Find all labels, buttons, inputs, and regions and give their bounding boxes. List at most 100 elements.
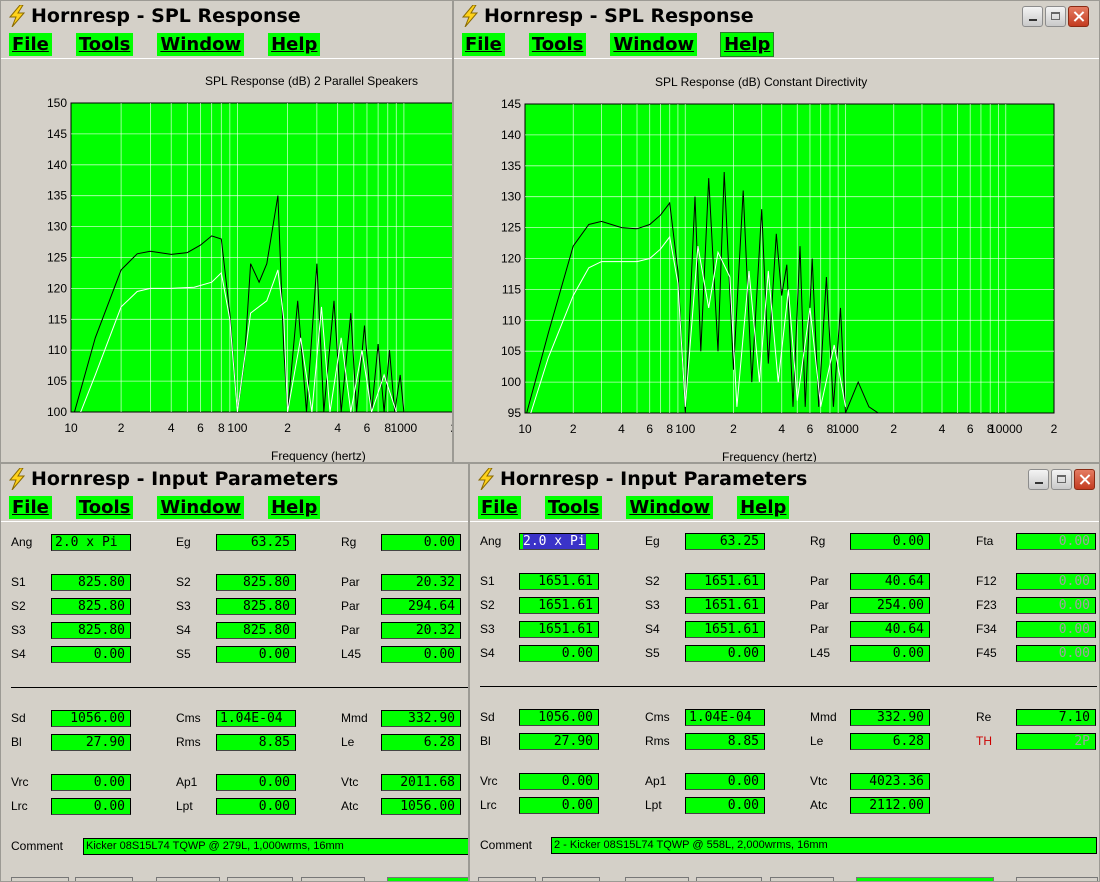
param-field-s2[interactable]: 825.80 (51, 598, 131, 615)
minimize-icon[interactable] (1028, 469, 1049, 490)
title-bar[interactable]: Hornresp - Input Parameters (1, 464, 468, 493)
param-field-par[interactable]: 40.64 (850, 621, 930, 638)
param-field-l45[interactable]: 0.00 (850, 645, 930, 662)
menu-tools[interactable]: Tools (544, 495, 603, 519)
param-value: 63.25 (719, 534, 759, 549)
menu-tools[interactable]: Tools (75, 495, 134, 519)
param-field-s5[interactable]: 0.00 (216, 646, 296, 663)
comment-field[interactable]: 2 - Kicker 08S15L74 TQWP @ 558L, 2,000wr… (551, 837, 1097, 854)
param-field-s4[interactable]: 0.00 (519, 645, 599, 662)
param-field-ap1[interactable]: 0.00 (216, 774, 296, 791)
param-field-s2[interactable]: 825.80 (216, 574, 296, 591)
param-field-atc[interactable]: 1056.00 (381, 798, 461, 815)
param-field-s4[interactable]: 1651.61 (685, 621, 765, 638)
x-tick-label: 6 (807, 422, 814, 436)
param-field-s1[interactable]: 825.80 (51, 574, 131, 591)
param-field-bl[interactable]: 27.90 (51, 734, 131, 751)
param-field-cms[interactable]: 1.04E-04 (216, 710, 296, 727)
param-field-mmd[interactable]: 332.90 (850, 709, 930, 726)
param-field-le[interactable]: 6.28 (850, 733, 930, 750)
param-field-vtc[interactable]: 4023.36 (850, 773, 930, 790)
bottom-button[interactable] (1016, 877, 1098, 881)
param-field-s4[interactable]: 825.80 (216, 622, 296, 639)
bottom-button[interactable] (625, 877, 689, 881)
param-field-th[interactable]: 2P (1016, 733, 1096, 750)
param-field-s5[interactable]: 0.00 (685, 645, 765, 662)
param-field-f12[interactable]: 0.00 (1016, 573, 1096, 590)
param-field-s2[interactable]: 1651.61 (685, 573, 765, 590)
comment-field[interactable]: Kicker 08S15L74 TQWP @ 279L, 1,000wrms, … (83, 838, 468, 855)
bottom-button[interactable] (696, 877, 762, 881)
param-label: S3 (480, 622, 495, 636)
param-field-bl[interactable]: 27.90 (519, 733, 599, 750)
param-label: S2 (645, 574, 660, 588)
param-field-s3[interactable]: 825.80 (216, 598, 296, 615)
param-field-lpt[interactable]: 0.00 (685, 797, 765, 814)
param-field-eg[interactable]: 63.25 (216, 534, 296, 551)
close-icon[interactable] (1074, 469, 1095, 490)
param-field-rg[interactable]: 0.00 (850, 533, 930, 550)
bottom-button[interactable] (156, 877, 220, 881)
param-field-f45[interactable]: 0.00 (1016, 645, 1096, 662)
param-field-sd[interactable]: 1056.00 (519, 709, 599, 726)
param-field-atc[interactable]: 2112.00 (850, 797, 930, 814)
bottom-button[interactable] (301, 877, 365, 881)
maximize-icon[interactable] (1051, 469, 1072, 490)
param-field-ang[interactable]: 2.0 x Pi (51, 534, 131, 551)
param-field-re[interactable]: 7.10 (1016, 709, 1096, 726)
bottom-button[interactable] (11, 877, 69, 881)
menu-help[interactable]: Help (268, 495, 321, 519)
param-label: S4 (176, 623, 191, 637)
param-field-lrc[interactable]: 0.00 (51, 798, 131, 815)
param-label: Par (810, 574, 829, 588)
bottom-button[interactable] (227, 877, 293, 881)
param-field-rms[interactable]: 8.85 (685, 733, 765, 750)
menu-bar: File Tools Window Help (1, 493, 468, 522)
menu-file[interactable]: File (478, 495, 521, 519)
param-field-fta[interactable]: 0.00 (1016, 533, 1096, 550)
param-field-vtc[interactable]: 2011.68 (381, 774, 461, 791)
param-field-eg[interactable]: 63.25 (685, 533, 765, 550)
param-field-par[interactable]: 20.32 (381, 574, 461, 591)
param-field-rg[interactable]: 0.00 (381, 534, 461, 551)
menu-help[interactable]: Help (737, 495, 790, 519)
param-field-f23[interactable]: 0.00 (1016, 597, 1096, 614)
param-field-par[interactable]: 294.64 (381, 598, 461, 615)
param-field-par[interactable]: 40.64 (850, 573, 930, 590)
param-field-ap1[interactable]: 0.00 (685, 773, 765, 790)
param-field-le[interactable]: 6.28 (381, 734, 461, 751)
bottom-button[interactable] (856, 877, 994, 881)
bottom-button[interactable] (770, 877, 834, 881)
param-field-vrc[interactable]: 0.00 (519, 773, 599, 790)
bottom-button[interactable] (478, 877, 536, 881)
param-field-s3[interactable]: 1651.61 (685, 597, 765, 614)
bottom-button[interactable] (542, 877, 600, 881)
param-field-s3[interactable]: 1651.61 (519, 621, 599, 638)
param-field-rms[interactable]: 8.85 (216, 734, 296, 751)
menu-window[interactable]: Window (157, 495, 245, 519)
param-field-vrc[interactable]: 0.00 (51, 774, 131, 791)
bottom-button[interactable] (387, 877, 468, 881)
param-field-sd[interactable]: 1056.00 (51, 710, 131, 727)
menu-window[interactable]: Window (626, 495, 714, 519)
title-bar[interactable]: Hornresp - Input Parameters (470, 464, 1099, 493)
menu-file[interactable]: File (9, 495, 52, 519)
param-field-s3[interactable]: 825.80 (51, 622, 131, 639)
param-field-par[interactable]: 254.00 (850, 597, 930, 614)
param-field-cms[interactable]: 1.04E-04 (685, 709, 765, 726)
param-label: Par (810, 598, 829, 612)
param-field-ang[interactable]: 2.0 x Pi (519, 533, 599, 550)
param-value: 0.00 (561, 774, 593, 789)
param-field-f34[interactable]: 0.00 (1016, 621, 1096, 638)
param-field-s4[interactable]: 0.00 (51, 646, 131, 663)
param-value: 1651.61 (704, 598, 759, 613)
param-label: S1 (11, 575, 26, 589)
param-field-lrc[interactable]: 0.00 (519, 797, 599, 814)
param-field-s2[interactable]: 1651.61 (519, 597, 599, 614)
param-field-lpt[interactable]: 0.00 (216, 798, 296, 815)
param-field-mmd[interactable]: 332.90 (381, 710, 461, 727)
param-field-s1[interactable]: 1651.61 (519, 573, 599, 590)
bottom-button[interactable] (75, 877, 133, 881)
param-field-l45[interactable]: 0.00 (381, 646, 461, 663)
param-field-par[interactable]: 20.32 (381, 622, 461, 639)
